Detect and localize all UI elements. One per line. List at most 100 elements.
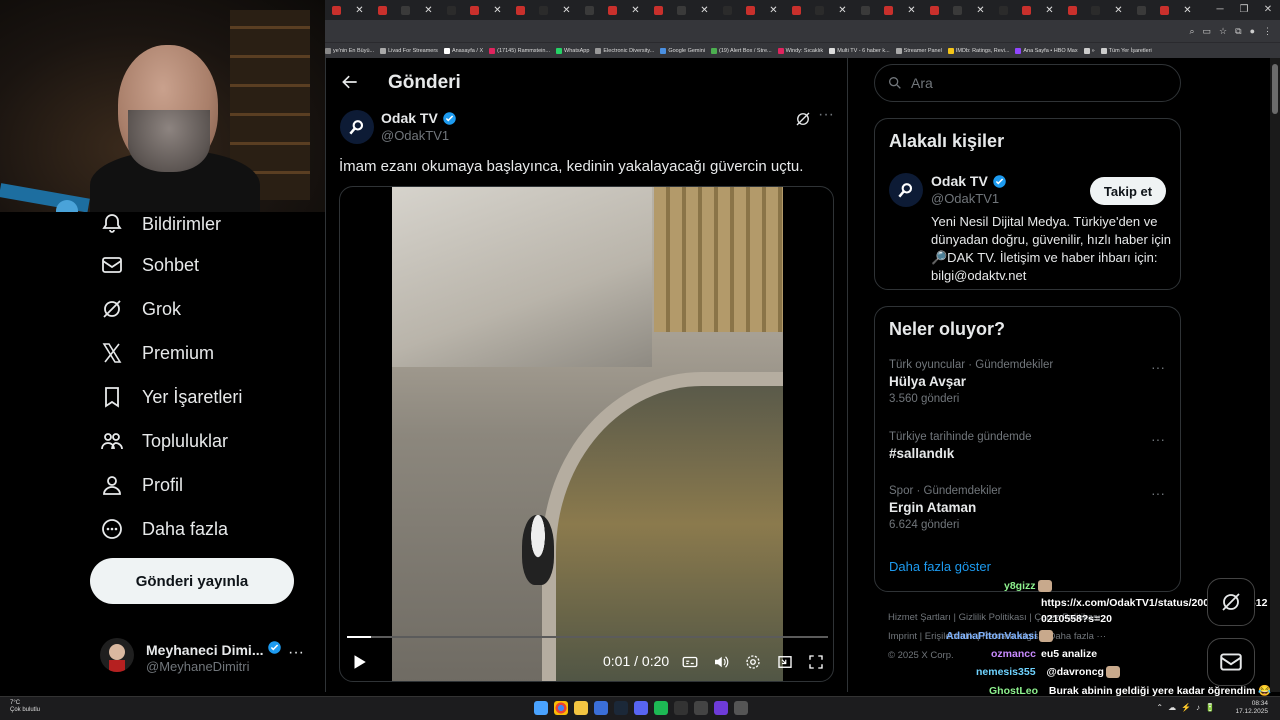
bookmark-item[interactable]: Windy: Sıcaklık [777, 47, 823, 54]
related-name[interactable]: Odak TV [931, 173, 1007, 189]
bookmark-item[interactable]: Google Gemini [660, 47, 705, 54]
volume-icon[interactable] [712, 653, 730, 671]
trend-more-icon[interactable]: ··· [1151, 431, 1165, 447]
author-avatar[interactable] [340, 110, 374, 144]
star-icon[interactable]: ☆ [1219, 26, 1227, 37]
author-handle[interactable]: @OdakTV1 [381, 128, 449, 143]
bookmark-item[interactable]: Livad For Streamers [380, 47, 438, 54]
browser-tab-strip[interactable]: ✕ ✕ ✕ ✕ ✕ ✕ ✕ ✕ ✕ ✕ ✕ ✕ ✕ [325, 0, 1280, 20]
captions-icon[interactable] [681, 653, 699, 671]
settings-icon[interactable] [744, 653, 762, 671]
browser-tab[interactable]: ✕ [831, 0, 854, 20]
nav-item-profile[interactable]: Profil [100, 473, 183, 497]
extensions-icon[interactable]: ⧉ [1235, 26, 1241, 37]
browser-tab[interactable] [992, 0, 1015, 20]
menu-icon[interactable]: ⋮ [1263, 26, 1272, 37]
browser-tab[interactable] [739, 0, 762, 20]
nav-item-grok[interactable]: Grok [100, 297, 181, 321]
browser-tab[interactable] [716, 0, 739, 20]
trend-more-icon[interactable]: ··· [1151, 485, 1165, 501]
bookmark-item[interactable]: IMDb: Ratings, Revi... [947, 47, 1009, 54]
browser-tab[interactable]: ✕ [348, 0, 371, 20]
bookmark-item[interactable]: Multi TV - 6 haber k... [829, 47, 890, 54]
browser-tab[interactable] [1061, 0, 1084, 20]
folder-icon[interactable] [574, 701, 588, 715]
bookmark-item[interactable]: ye'nin En Büyü... [325, 47, 374, 54]
show-more-link[interactable]: Daha fazla göster [889, 559, 991, 574]
browser-tab[interactable] [1084, 0, 1107, 20]
browser-tab[interactable] [670, 0, 693, 20]
restore-icon[interactable]: ❐ [1232, 0, 1256, 20]
bookmark-item[interactable]: » [1083, 47, 1095, 54]
trend-item[interactable]: Spor · Gündemdekiler Ergin Ataman 6.624 … [889, 485, 1169, 531]
browser-tab[interactable] [1153, 0, 1176, 20]
browser-tab[interactable] [923, 0, 946, 20]
video-progress-bar[interactable] [347, 636, 828, 638]
nav-item-premium[interactable]: Premium [100, 341, 214, 365]
grok-floating-button[interactable] [1207, 578, 1255, 626]
browser-tab[interactable]: ✕ [1176, 0, 1199, 20]
chrome-icon[interactable] [554, 701, 568, 715]
bookmark-item[interactable]: Tüm Yer İşaretleri [1100, 47, 1152, 54]
browser-tab[interactable] [325, 0, 348, 20]
browser-tab[interactable] [854, 0, 877, 20]
browser-tab[interactable] [371, 0, 394, 20]
browser-tab[interactable] [808, 0, 831, 20]
steam-icon[interactable] [614, 701, 628, 715]
related-handle[interactable]: @OdakTV1 [931, 191, 999, 206]
browser-tab[interactable] [532, 0, 555, 20]
fullscreen-icon[interactable] [807, 653, 825, 671]
nav-item-chat[interactable]: Sohbet [100, 253, 199, 277]
app-icon[interactable] [594, 701, 608, 715]
nav-item-notifications[interactable]: Bildirimler [100, 212, 221, 236]
app-icon[interactable] [734, 701, 748, 715]
browser-tab[interactable]: ✕ [969, 0, 992, 20]
bookmark-item[interactable]: Streamer Panel [895, 47, 942, 54]
account-switcher[interactable]: Meyhaneci Dimi... @MeyhaneDimitri ··· [100, 632, 310, 682]
search-input[interactable]: Ara [874, 64, 1181, 102]
window-controls[interactable]: ─ ❐ ✕ [1208, 0, 1280, 20]
cast-icon[interactable]: ▭ [1203, 26, 1212, 37]
trend-item[interactable]: Türk oyuncular · Gündemdekiler Hülya Avş… [889, 359, 1169, 405]
system-tray[interactable]: ⌃☁⚡♪🔋 [1156, 703, 1220, 712]
browser-tab[interactable] [578, 0, 601, 20]
browser-tab[interactable] [463, 0, 486, 20]
browser-tab[interactable]: ✕ [417, 0, 440, 20]
tweet-more-icon[interactable]: ··· [818, 106, 834, 124]
browser-tab[interactable] [785, 0, 808, 20]
browser-tab[interactable] [601, 0, 624, 20]
browser-tab[interactable] [1130, 0, 1153, 20]
author-name[interactable]: Odak TV [381, 110, 457, 126]
pip-icon[interactable] [776, 653, 794, 671]
trend-item[interactable]: Türkiye tarihinde gündemde #sallandık ··… [889, 431, 1169, 461]
nav-item-bookmarks[interactable]: Yer İşaretleri [100, 385, 242, 409]
page-scrollbar[interactable] [1270, 58, 1280, 692]
browser-tab[interactable]: ✕ [762, 0, 785, 20]
bookmark-item[interactable]: WhatsApp [556, 47, 589, 54]
discord-icon[interactable] [634, 701, 648, 715]
browser-tab[interactable] [946, 0, 969, 20]
bookmark-item[interactable]: (19) Alert Box / Stre... [711, 47, 772, 54]
follow-button[interactable]: Takip et [1090, 177, 1166, 205]
browser-tab[interactable] [647, 0, 670, 20]
browser-tab[interactable]: ✕ [900, 0, 923, 20]
browser-tab[interactable] [877, 0, 900, 20]
related-avatar[interactable] [889, 173, 923, 207]
bookmark-item[interactable]: (17145) Rammstein... [489, 47, 550, 54]
bookmark-item[interactable]: Electronic Diversity... [595, 47, 654, 54]
post-button[interactable]: Gönderi yayınla [90, 558, 294, 604]
zoom-icon[interactable]: ⌕ [1189, 26, 1194, 37]
browser-tab[interactable] [1015, 0, 1038, 20]
spotify-icon[interactable] [654, 701, 668, 715]
epic-icon[interactable] [694, 701, 708, 715]
scrollbar-thumb[interactable] [1272, 64, 1278, 114]
close-icon[interactable]: ✕ [1256, 0, 1280, 20]
nav-item-communities[interactable]: Topluluklar [100, 429, 228, 453]
play-icon[interactable] [350, 653, 368, 671]
nav-item-more[interactable]: Daha fazla [100, 517, 228, 541]
profile-icon[interactable]: ● [1250, 26, 1255, 36]
app-icon[interactable] [714, 701, 728, 715]
browser-tab[interactable]: ✕ [693, 0, 716, 20]
browser-tab[interactable] [440, 0, 463, 20]
video-player[interactable]: 0:01 / 0:20 [339, 186, 834, 682]
